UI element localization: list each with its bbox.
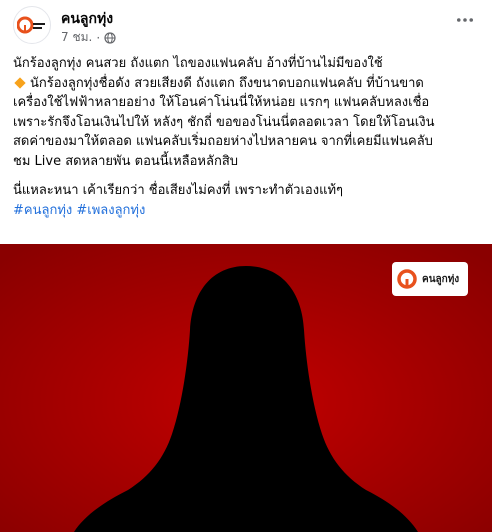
hashtag-link[interactable]: #เพลงลูกทุ่ง (76, 203, 145, 218)
hashtag-link[interactable]: #คนลูกทุ่ง (13, 203, 72, 218)
watermark-logo: คนลูกทุ่ง (392, 262, 468, 296)
meta-separator: · (96, 30, 101, 45)
page-avatar[interactable] (13, 6, 51, 44)
logo-text: คนลูกทุ่ง (422, 273, 460, 285)
more-dots-icon (457, 18, 473, 22)
post-header: คนลูกทุ่ง 7 ชม. · (13, 6, 479, 46)
post-meta: 7 ชม. · (61, 28, 116, 47)
page-name[interactable]: คนลูกทุ่ง (61, 8, 113, 30)
post-timestamp[interactable]: 7 ชม. (61, 28, 92, 47)
post-paragraph-line: เครื่องใช้ไฟฟ้าหลายอย่าง ให้โอนค่าโน่นนี… (13, 95, 430, 110)
post-headline: นักร้องลูกทุ่ง คนสวย ถังแตก ไถของแฟนคลับ… (13, 56, 383, 71)
post-text: นักร้องลูกทุ่ง คนสวย ถังแตก ไถของแฟนคลับ… (13, 54, 479, 220)
facebook-post: คนลูกทุ่ง 7 ชม. · นักร้องลูกทุ่ง คนสวย ถ… (0, 0, 492, 532)
post-closing-line: นี่แหละหนา เค้าเรียกว่า ชื่อเสียงไม่คงที… (13, 183, 344, 198)
page-logo-icon (17, 16, 45, 34)
post-paragraph-line: ชม Live สดหลายพัน ตอนนี้เหลือหลักสิบ (13, 153, 239, 169)
post-line-text: นักร้องลูกทุ่งชื่อดัง สวยเสียงดี ถังแตก … (30, 75, 424, 91)
globe-icon (104, 31, 116, 44)
more-options-button[interactable] (451, 10, 479, 30)
post-paragraph-line: สดค่าของมาให้ตลอด แฟนคลับเริ่มถอยห่างไปห… (13, 134, 433, 149)
post-paragraph-line: เพราะรักจึงโอนเงินไปให้ หลังๆ ชักถี่ ขอข… (13, 114, 435, 130)
post-paragraph-line: นักร้องลูกทุ่งชื่อดัง สวยเสียงดี ถังแตก … (13, 74, 479, 94)
hashtag-row: #คนลูกทุ่ง #เพลงลูกทุ่ง (13, 201, 479, 221)
logo-emblem-icon (397, 269, 417, 289)
orange-diamond-icon (14, 76, 26, 89)
